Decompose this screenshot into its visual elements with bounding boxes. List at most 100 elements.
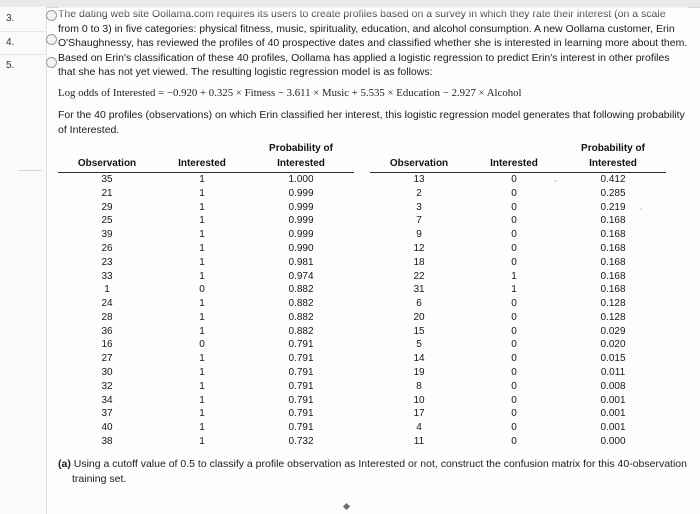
table-row: 39 1 0.999 bbox=[58, 228, 354, 242]
table-row: 29 1 0.999 bbox=[58, 200, 354, 214]
interested-cell: 0 bbox=[511, 187, 517, 199]
interested-cell: 1 bbox=[199, 380, 205, 392]
scan-bottom-mark bbox=[342, 502, 351, 511]
table-row: 35 1 1.000 bbox=[58, 172, 354, 186]
interested-header: Interested bbox=[156, 157, 248, 173]
interested-cell: 1 bbox=[199, 201, 205, 213]
observation-cell: 34 bbox=[101, 394, 113, 406]
table-row: 15 0 0.029 bbox=[370, 324, 666, 338]
observation-cell: 28 bbox=[101, 311, 113, 323]
interested-cell: 0 bbox=[511, 256, 517, 268]
document-content: The dating web site Oollama.com requires… bbox=[58, 7, 688, 486]
observation-cell: 8 bbox=[416, 380, 422, 392]
scan-speck bbox=[302, 357, 305, 360]
table-row: 36 1 0.882 bbox=[58, 324, 354, 338]
scan-smudge bbox=[18, 170, 42, 171]
observation-cell: 5 bbox=[416, 339, 422, 351]
interested-cell: 1 bbox=[199, 298, 205, 310]
probability-cell: 0.285 bbox=[600, 187, 626, 199]
spacer-header bbox=[370, 143, 468, 158]
interested-cell: 0 bbox=[511, 422, 517, 434]
probability-cell: 0.990 bbox=[288, 242, 314, 254]
problem-intro-paragraph: The dating web site Oollama.com requires… bbox=[58, 8, 688, 50]
probability-cell: 0.168 bbox=[600, 229, 626, 241]
table-row: 2 0 0.285 bbox=[370, 186, 666, 200]
interested-cell: 1 bbox=[511, 270, 517, 282]
observation-cell: 35 bbox=[101, 174, 113, 186]
table-row: 4 0 0.001 bbox=[370, 421, 666, 435]
interested-cell: 1 bbox=[199, 187, 205, 199]
observation-cell: 30 bbox=[101, 366, 113, 378]
probability-cell: 0.791 bbox=[288, 380, 314, 392]
interested-cell: 0 bbox=[511, 380, 517, 392]
observation-cell: 22 bbox=[413, 270, 425, 282]
observation-cell: 38 bbox=[101, 435, 113, 447]
probability-cell: 0.128 bbox=[600, 311, 626, 323]
interested-cell: 0 bbox=[511, 229, 517, 241]
interested-cell: 1 bbox=[199, 394, 205, 406]
table-row: 9 0 0.168 bbox=[370, 228, 666, 242]
problem-number-gutter: 3. 4. 5. bbox=[0, 7, 47, 514]
table-row: 28 1 0.882 bbox=[58, 310, 354, 324]
observation-cell: 3 bbox=[416, 201, 422, 213]
probability-cell: 0.008 bbox=[600, 380, 626, 392]
table-row: 38 1 0.732 bbox=[58, 435, 354, 449]
observation-cell: 17 bbox=[413, 408, 425, 420]
probability-cell: 0.001 bbox=[600, 408, 626, 420]
probability-cell: 0.999 bbox=[288, 229, 314, 241]
probability-header-line1: Probability of bbox=[269, 143, 333, 155]
observation-cell: 25 bbox=[101, 215, 113, 227]
problem-status-bullet[interactable] bbox=[46, 10, 57, 21]
probability-cell: 0.168 bbox=[600, 256, 626, 268]
document-page: 3. 4. 5. The dating web site Oollama.com… bbox=[0, 0, 700, 514]
interested-cell: 1 bbox=[199, 215, 205, 227]
interested-cell: 1 bbox=[199, 353, 205, 365]
interested-cell: 1 bbox=[199, 270, 205, 282]
interested-cell: 0 bbox=[511, 215, 517, 227]
table-row: 5 0 0.020 bbox=[370, 338, 666, 352]
interested-cell: 0 bbox=[511, 394, 517, 406]
interested-cell: 0 bbox=[199, 339, 205, 351]
interested-cell: 1 bbox=[199, 256, 205, 268]
table-row: 17 0 0.001 bbox=[370, 407, 666, 421]
table-row: 26 1 0.990 bbox=[58, 242, 354, 256]
observation-cell: 29 bbox=[101, 201, 113, 213]
table-row: 8 0 0.008 bbox=[370, 379, 666, 393]
observation-cell: 40 bbox=[101, 422, 113, 434]
observation-cell: 33 bbox=[101, 270, 113, 282]
table-row: 3 0 0.219 bbox=[370, 200, 666, 214]
interested-header: Interested bbox=[468, 157, 560, 173]
probability-cell: 0.882 bbox=[288, 311, 314, 323]
probability-cell: 0.001 bbox=[600, 422, 626, 434]
observation-cell: 11 bbox=[413, 435, 425, 447]
probability-cell: 0.168 bbox=[600, 215, 626, 227]
probability-cell: 0.732 bbox=[288, 435, 314, 447]
probability-cell: 0.011 bbox=[600, 366, 626, 378]
table-row: 40 1 0.791 bbox=[58, 421, 354, 435]
interested-cell: 1 bbox=[199, 242, 205, 254]
interested-cell: 1 bbox=[199, 229, 205, 241]
probability-cell: 0.791 bbox=[288, 408, 314, 420]
table-row: 31 1 0.168 bbox=[370, 283, 666, 297]
observation-cell: 6 bbox=[416, 298, 422, 310]
observation-cell: 24 bbox=[101, 298, 113, 310]
interested-cell: 1 bbox=[199, 435, 205, 447]
table-row: 21 1 0.999 bbox=[58, 186, 354, 200]
interested-cell: 0 bbox=[511, 201, 517, 213]
probability-cell: 0.001 bbox=[600, 394, 626, 406]
probability-cell: 0.999 bbox=[288, 201, 314, 213]
interested-cell: 1 bbox=[199, 311, 205, 323]
observation-cell: 7 bbox=[416, 215, 422, 227]
problem-status-bullet[interactable] bbox=[46, 57, 57, 68]
gutter-divider bbox=[0, 31, 46, 32]
question-a-text: Using a cutoff value of 0.5 to classify … bbox=[73, 458, 687, 471]
problem-status-bullet[interactable] bbox=[46, 34, 57, 45]
probability-tables: Probability of Observation Interested In… bbox=[58, 143, 670, 448]
interested-cell: 1 bbox=[199, 325, 205, 337]
probability-table-left-body: 35 1 1.000 21 1 0.999 29 1 0.999 25 1 0.999 39 1 0.999… bbox=[58, 172, 354, 448]
question-a-label: (a) bbox=[58, 458, 71, 471]
probability-table-right: Probability of Observation Interested In… bbox=[370, 143, 666, 448]
probability-cell: 0.999 bbox=[288, 215, 314, 227]
probability-table-right-body: 13 0 0.412 2 0 0.285 3 0 0.219 7 0 0.168 9 0 0.168 12 0 0… bbox=[370, 172, 666, 448]
interested-cell: 0 bbox=[511, 298, 517, 310]
